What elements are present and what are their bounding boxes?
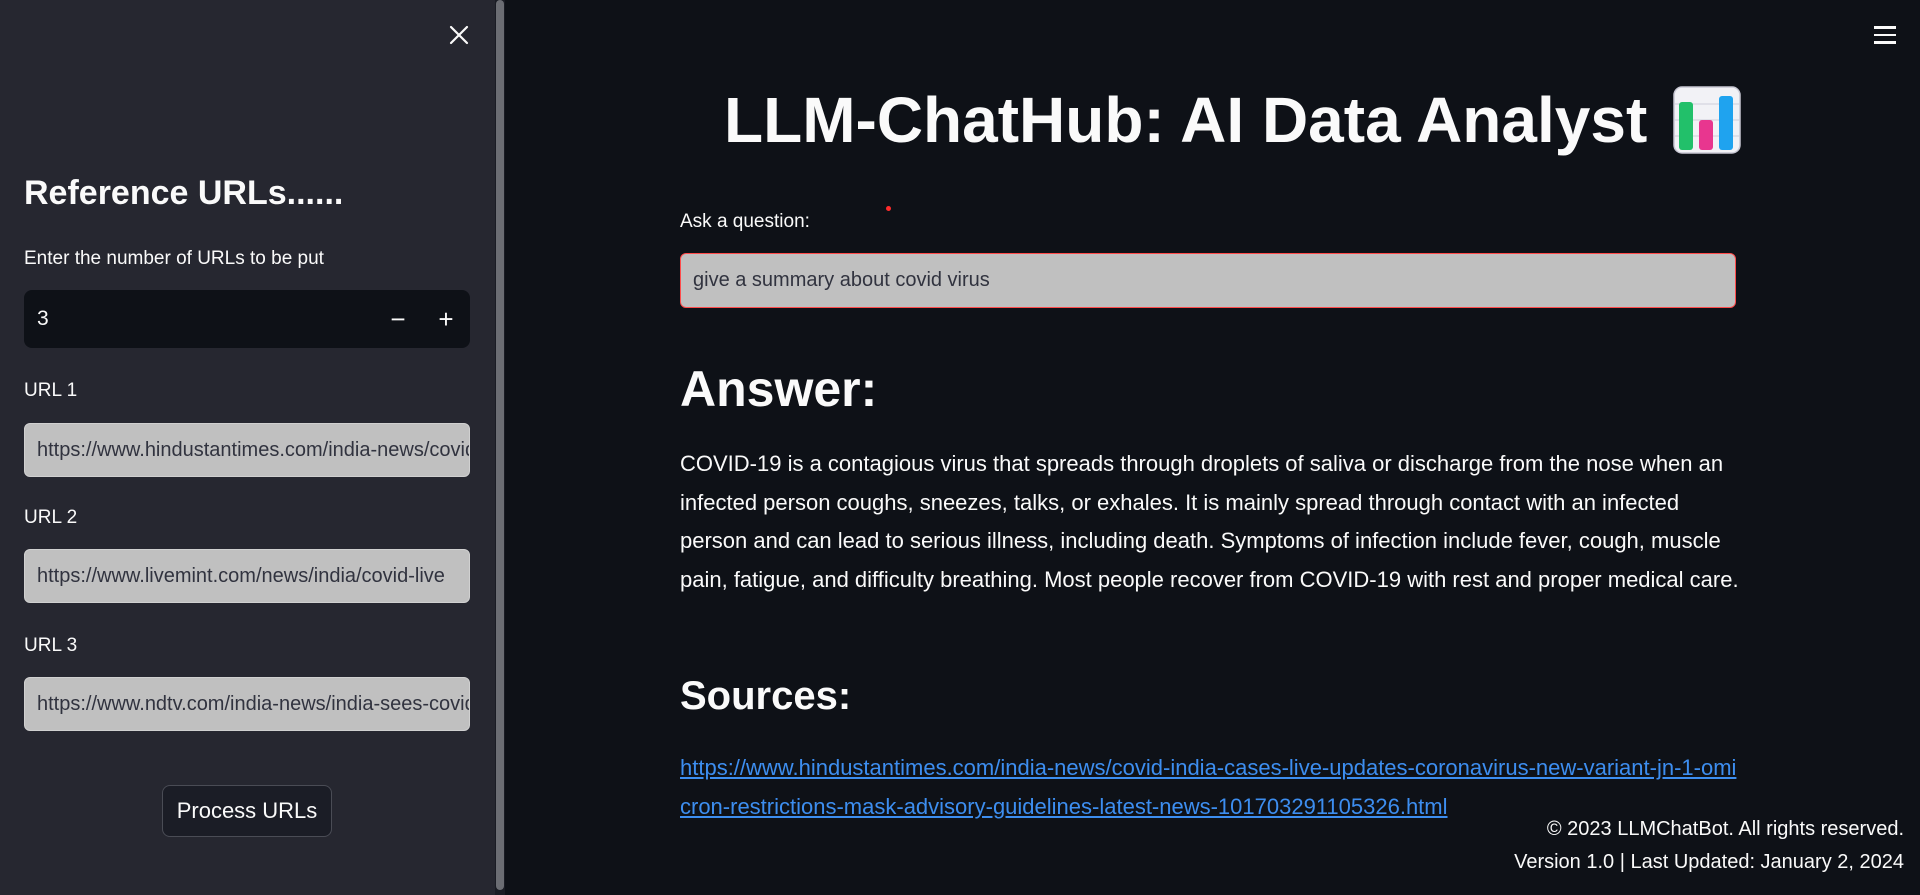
url-2-label: URL 2 [24, 507, 78, 528]
process-urls-button[interactable]: Process URLs [162, 785, 332, 837]
status-dot [886, 206, 891, 211]
bar-chart-emoji-icon [1673, 86, 1741, 154]
scrollbar-thumb[interactable] [496, 0, 504, 890]
close-sidebar-button[interactable] [444, 20, 474, 50]
app: Reference URLs...... Enter the number of… [0, 0, 1920, 895]
url-count-label: Enter the number of URLs to be put [24, 248, 324, 269]
close-icon [449, 25, 469, 45]
sidebar: Reference URLs...... Enter the number of… [0, 0, 495, 895]
increment-button[interactable]: + [422, 290, 470, 348]
question-input[interactable]: give a summary about covid virus [680, 253, 1736, 308]
footer-copyright: © 2023 LLMChatBot. All rights reserved. [1546, 818, 1904, 840]
sources-heading: Sources: [680, 674, 852, 718]
sidebar-heading: Reference URLs...... [24, 174, 344, 212]
url-1-label: URL 1 [24, 380, 78, 401]
url-count-stepper: 3 − + [24, 290, 470, 348]
url-2-input[interactable]: https://www.livemint.com/news/india/covi… [24, 549, 470, 603]
page-title-text: LLM-ChatHub: AI Data Analyst [724, 84, 1648, 156]
url-1-input[interactable]: https://www.hindustantimes.com/india-new… [24, 423, 470, 477]
question-label: Ask a question: [680, 211, 810, 232]
footer-version: Version 1.0 | Last Updated: January 2, 2… [1514, 851, 1904, 873]
decrement-button[interactable]: − [374, 290, 422, 348]
answer-text: COVID-19 is a contagious virus that spre… [680, 451, 1739, 592]
page-title: LLM-ChatHub: AI Data Analyst [724, 80, 1741, 160]
answer-heading: Answer: [680, 361, 878, 417]
url-3-label: URL 3 [24, 635, 78, 656]
url-3-input[interactable]: https://www.ndtv.com/india-news/india-se… [24, 677, 470, 731]
sidebar-scrollbar[interactable] [495, 0, 505, 895]
hamburger-menu-icon[interactable] [1870, 22, 1900, 48]
url-count-value[interactable]: 3 [24, 307, 374, 331]
footer: © 2023 LLMChatBot. All rights reserved. … [1514, 813, 1904, 879]
